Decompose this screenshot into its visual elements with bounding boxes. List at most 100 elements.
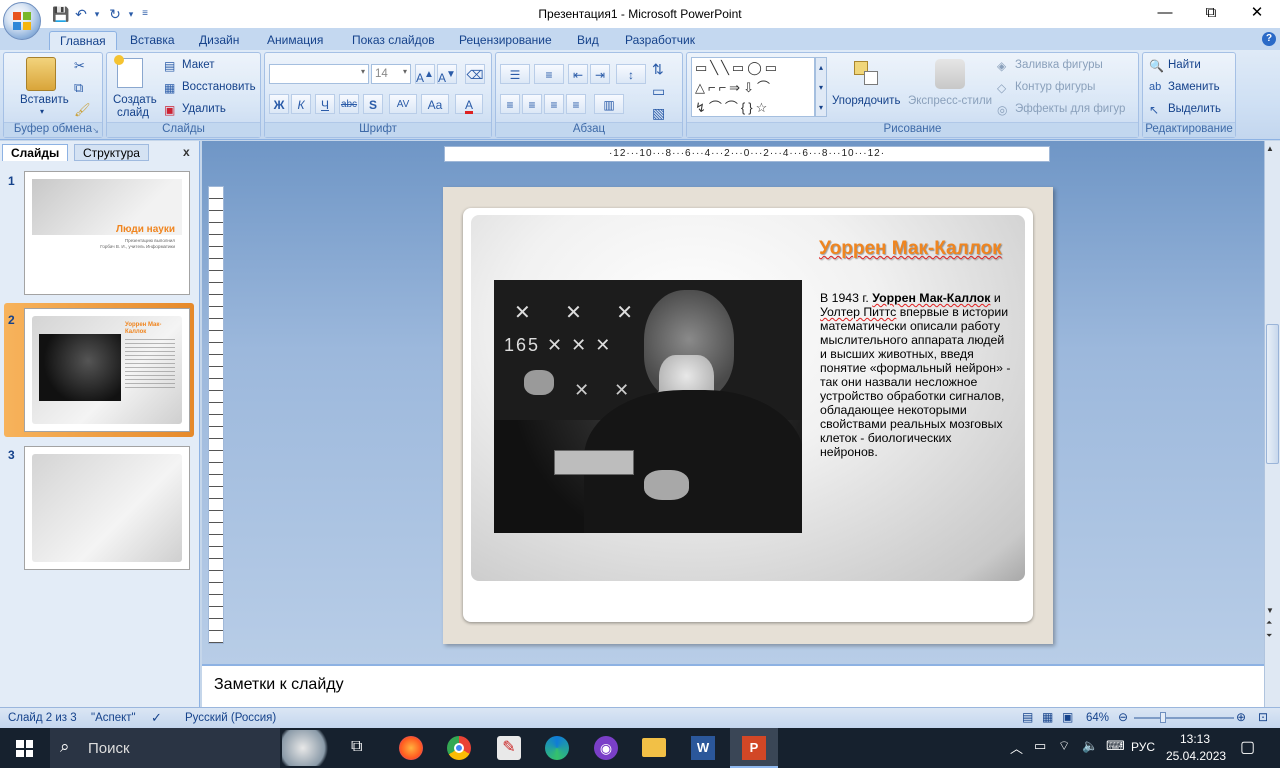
- select-icon[interactable]: ↖: [1149, 103, 1159, 117]
- dialog-launcher-icon[interactable]: ↘: [92, 126, 99, 135]
- keyboard-icon[interactable]: ⌨: [1106, 738, 1125, 754]
- prev-slide-icon[interactable]: ⏶: [1266, 618, 1272, 628]
- tab-design[interactable]: Дизайн: [189, 31, 249, 50]
- tray-chevron-icon[interactable]: ︿: [1010, 738, 1023, 757]
- search-box[interactable]: ⌕ Поиск: [50, 728, 280, 768]
- clear-format-icon[interactable]: ⌫: [465, 64, 485, 84]
- battery-icon[interactable]: ▭: [1034, 738, 1046, 754]
- shapes-gallery[interactable]: ▭╲╲▭◯▭ △⌐⌐⇒⇩⌒ ↯⌒⌒{}☆: [691, 57, 815, 117]
- quick-styles-button[interactable]: Экспресс-стили: [908, 95, 992, 107]
- format-painter-icon[interactable]: 🖌: [74, 102, 91, 118]
- align-center-icon[interactable]: ≡: [522, 94, 542, 114]
- input-language[interactable]: РУС: [1131, 740, 1155, 754]
- slide-thumbnail-1[interactable]: Люди науки Презентацию выполнил Горбач В…: [24, 171, 190, 295]
- shape-effects-button[interactable]: Эффекты для фигур: [1015, 103, 1125, 115]
- firefox-icon[interactable]: [399, 736, 423, 760]
- scroll-up-icon[interactable]: ▲: [1266, 144, 1274, 153]
- align-left-icon[interactable]: ≡: [500, 94, 520, 114]
- shape-effects-icon[interactable]: ◎: [997, 103, 1007, 117]
- paste-icon[interactable]: [26, 57, 56, 91]
- bold-button[interactable]: Ж: [269, 94, 289, 114]
- new-slide-icon[interactable]: [114, 55, 143, 88]
- slide-title[interactable]: Уоррен Мак-Каллок: [819, 238, 1009, 259]
- columns-icon[interactable]: ▥: [594, 94, 624, 114]
- powerpoint-task-active[interactable]: P: [730, 728, 778, 768]
- scroll-thumb[interactable]: [1266, 324, 1279, 464]
- shape-fill-button[interactable]: Заливка фигуры: [1015, 59, 1103, 71]
- scroll-down-icon[interactable]: ▼: [1266, 606, 1274, 615]
- zoom-in-icon[interactable]: ⊕: [1236, 710, 1246, 724]
- increase-indent-icon[interactable]: ⇥: [590, 64, 610, 84]
- text-direction-icon[interactable]: ⇅: [652, 61, 664, 78]
- layout-icon[interactable]: ▤: [164, 59, 175, 73]
- undo-dropdown-icon[interactable]: ▾: [88, 5, 106, 23]
- spellcheck-icon[interactable]: ✓: [151, 710, 162, 726]
- grow-font-icon[interactable]: A▲: [415, 64, 435, 85]
- shrink-font-icon[interactable]: A▼: [437, 64, 457, 85]
- volume-icon[interactable]: 🔈: [1082, 738, 1098, 754]
- decrease-indent-icon[interactable]: ⇤: [568, 64, 588, 84]
- strikethrough-button[interactable]: abc: [339, 94, 359, 114]
- bullets-icon[interactable]: ☰: [500, 64, 530, 84]
- slideshow-view-icon[interactable]: ▣: [1062, 710, 1073, 724]
- justify-icon[interactable]: ≡: [566, 94, 586, 114]
- save-icon[interactable]: 💾: [52, 5, 70, 23]
- select-button[interactable]: Выделить: [1168, 103, 1221, 115]
- delete-button[interactable]: Удалить: [182, 103, 226, 115]
- slide-body-text[interactable]: В 1943 г. Уоррен Мак-Каллок и Уолтер Пит…: [820, 291, 1012, 459]
- new-slide-label[interactable]: Создать: [113, 94, 157, 106]
- line-spacing-icon[interactable]: ↕: [616, 64, 646, 84]
- windows-start-icon[interactable]: [16, 740, 33, 757]
- notifications-icon[interactable]: ▢: [1240, 737, 1255, 757]
- snipping-tool-icon[interactable]: ✎: [497, 736, 521, 760]
- tab-outline-panel[interactable]: Структура: [74, 144, 149, 161]
- zoom-slider[interactable]: [1134, 717, 1234, 719]
- underline-button[interactable]: Ч: [315, 94, 335, 114]
- delete-icon[interactable]: ▣: [164, 103, 175, 117]
- slide-thumbnail-2[interactable]: Уоррен Мак-Каллок: [24, 308, 190, 432]
- shape-fill-icon[interactable]: ◈: [997, 59, 1006, 73]
- reset-button[interactable]: Восстановить: [182, 81, 256, 93]
- sorter-view-icon[interactable]: ▦: [1042, 710, 1053, 724]
- tab-insert[interactable]: Вставка: [120, 31, 185, 50]
- clock-time[interactable]: 13:13: [1180, 732, 1210, 746]
- minimize-button[interactable]: —: [1142, 0, 1188, 28]
- paste-dropdown-icon[interactable]: ▾: [40, 107, 44, 116]
- align-text-icon[interactable]: ▭: [652, 83, 665, 100]
- reset-icon[interactable]: ▦: [164, 81, 175, 95]
- slide-thumbnail-3[interactable]: [24, 446, 190, 570]
- italic-button[interactable]: К: [291, 94, 311, 114]
- chrome-icon[interactable]: [447, 736, 471, 760]
- tab-slideshow[interactable]: Показ слайдов: [342, 31, 445, 50]
- network-icon[interactable]: ⌔: [1058, 738, 1070, 754]
- font-name-input[interactable]: ▾: [269, 64, 369, 84]
- edge-icon[interactable]: [545, 736, 569, 760]
- copy-icon[interactable]: ⧉: [74, 80, 83, 96]
- new-slide-label-2[interactable]: слайд: [117, 107, 149, 119]
- tab-animation[interactable]: Анимация: [257, 31, 333, 50]
- shapes-gallery-scroll[interactable]: ▴ ▾ ▾: [815, 57, 827, 117]
- theme-name[interactable]: "Аспект": [91, 712, 136, 724]
- replace-button[interactable]: Заменить: [1168, 81, 1220, 93]
- office-button[interactable]: [3, 2, 41, 40]
- find-button[interactable]: Найти: [1168, 59, 1201, 71]
- help-icon[interactable]: ?: [1262, 32, 1276, 46]
- quick-styles-icon[interactable]: [935, 59, 965, 89]
- language-status[interactable]: Русский (Россия): [185, 712, 276, 724]
- zoom-level[interactable]: 64%: [1086, 712, 1109, 724]
- align-right-icon[interactable]: ≡: [544, 94, 564, 114]
- smartart-icon[interactable]: ▧: [652, 105, 665, 122]
- find-icon[interactable]: 🔍: [1149, 59, 1164, 73]
- customize-qat-icon[interactable]: ≡: [136, 5, 154, 23]
- clock-date[interactable]: 25.04.2023: [1166, 749, 1226, 763]
- paste-button[interactable]: Вставить: [20, 94, 69, 106]
- tab-home[interactable]: Главная: [49, 31, 117, 50]
- change-case-button[interactable]: Aa: [421, 94, 449, 114]
- word-icon[interactable]: W: [691, 736, 715, 760]
- zoom-out-icon[interactable]: ⊖: [1118, 710, 1128, 724]
- arrange-icon[interactable]: [852, 59, 882, 89]
- shape-outline-icon[interactable]: ◇: [997, 81, 1006, 95]
- close-button[interactable]: ✕: [1234, 0, 1280, 28]
- file-explorer-icon[interactable]: [642, 738, 666, 757]
- scientist-photo[interactable]: ✕ ✕ ✕ ✕ 165 ✕ ✕ ✕ ✕ ✕ ✕ ✕: [494, 280, 802, 533]
